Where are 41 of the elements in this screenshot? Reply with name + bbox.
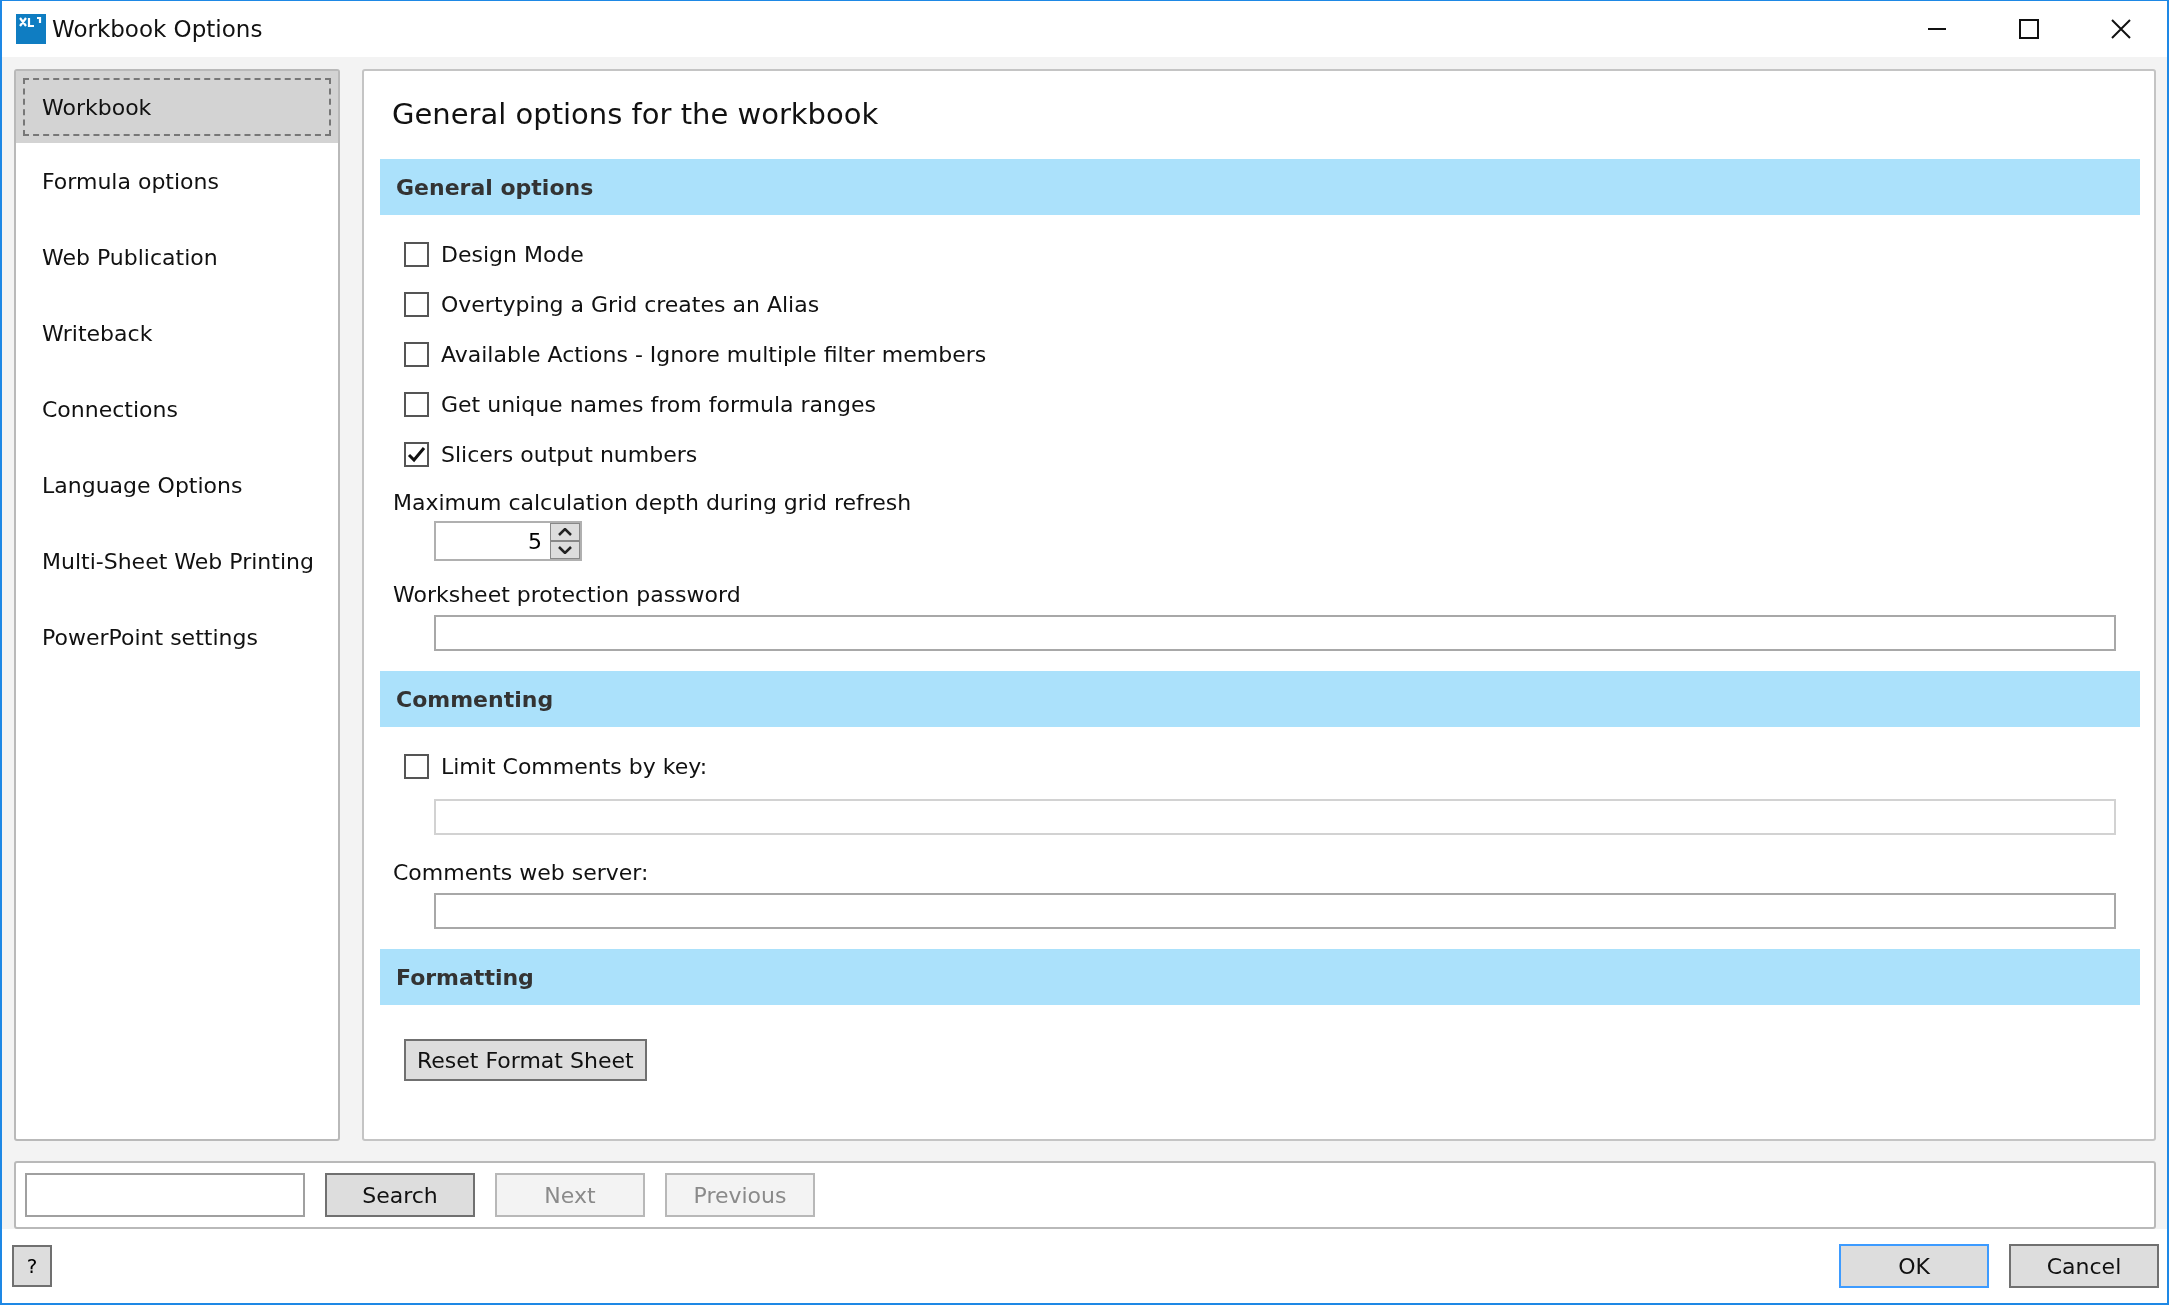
checkbox[interactable] <box>404 441 429 467</box>
search-field[interactable] <box>25 1173 305 1217</box>
field-label: Maximum calculation depth during grid refresh <box>392 489 913 515</box>
window-title: Workbook Options <box>52 16 264 42</box>
checkbox[interactable] <box>404 753 429 779</box>
close-icon <box>2111 19 2131 39</box>
checkbox[interactable] <box>404 391 429 417</box>
checkbox-label: Design Mode <box>441 241 584 267</box>
sidebar-item[interactable]: PowerPoint settings <box>16 599 338 675</box>
search-bar-button[interactable]: Search <box>325 1173 475 1217</box>
checkbox-label: Get unique names from formula ranges <box>441 391 876 417</box>
sidebar-item[interactable]: Writeback <box>16 295 338 371</box>
section-header: Formatting <box>380 949 2140 1005</box>
dialog-button[interactable]: OK <box>1839 1244 1989 1288</box>
section-header: General options <box>380 159 2140 215</box>
app-logo-icon <box>16 14 46 44</box>
page-title: General options for the workbook <box>392 97 880 133</box>
sidebar-item[interactable]: Language Options <box>16 447 338 523</box>
sidebar-item[interactable]: Multi-Sheet Web Printing <box>16 523 338 599</box>
checkbox-label: Overtyping a Grid creates an Alias <box>441 291 820 317</box>
input-field[interactable] <box>434 615 2116 651</box>
dialog-button[interactable]: Cancel <box>2009 1244 2159 1288</box>
maximize-icon <box>2019 19 2039 39</box>
sidebar-item[interactable]: Web Publication <box>16 219 338 295</box>
reset-button[interactable]: Reset Format Sheet <box>404 1039 647 1081</box>
checkbox-label: Limit Comments by key: <box>441 753 708 779</box>
number-spinner[interactable]: 5 <box>434 521 582 561</box>
help-button[interactable]: ? <box>12 1245 52 1287</box>
field-label: Worksheet protection password <box>392 581 742 607</box>
section-header: Commenting <box>380 671 2140 727</box>
sidebar-item[interactable]: Formula options <box>16 143 338 219</box>
input-field[interactable] <box>434 893 2116 929</box>
sidebar-item[interactable]: Connections <box>16 371 338 447</box>
checkbox[interactable] <box>404 291 429 317</box>
minimize-icon <box>1927 28 1947 30</box>
field-label: Comments web server: <box>392 859 650 885</box>
checkbox-label: Available Actions - Ignore multiple filter members <box>441 341 987 367</box>
checkbox[interactable] <box>404 341 429 367</box>
sidebar-item[interactable]: Workbook <box>16 71 338 143</box>
checkbox[interactable] <box>404 241 429 267</box>
checkbox-label: Slicers output numbers <box>441 441 698 467</box>
